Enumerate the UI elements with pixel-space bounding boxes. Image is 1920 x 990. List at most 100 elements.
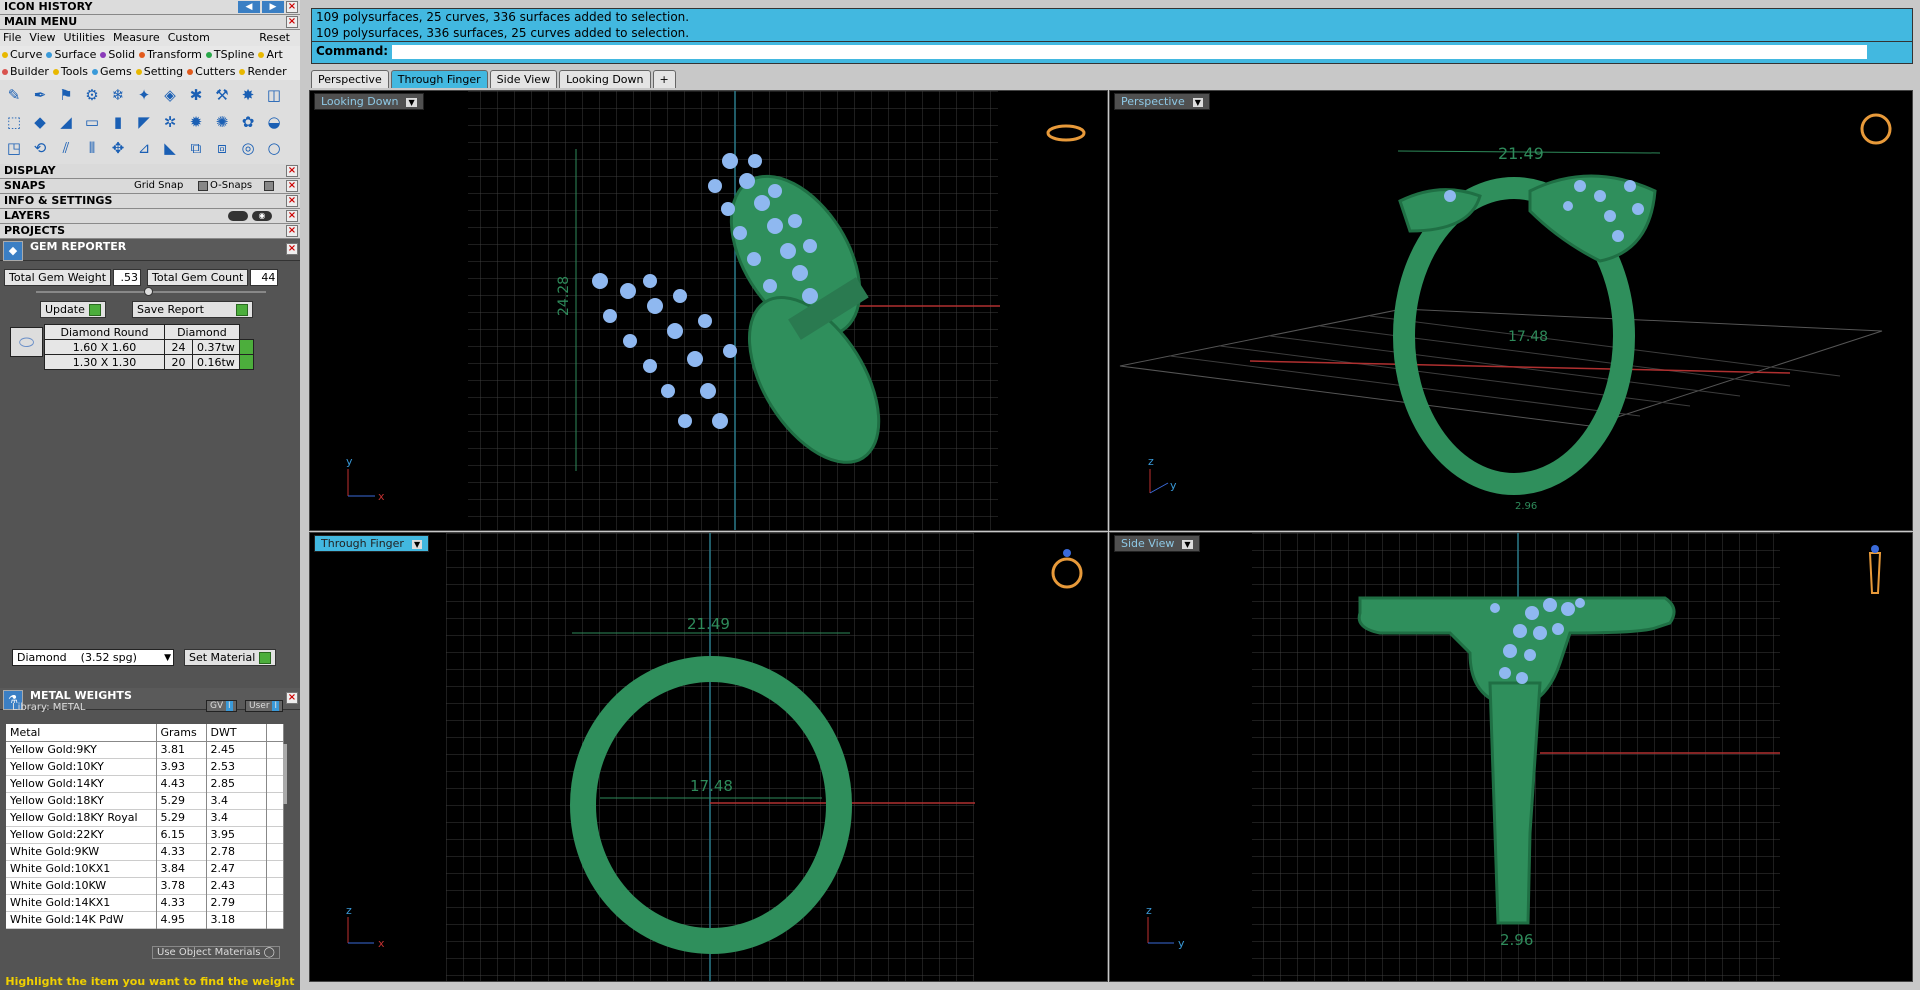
menu-file[interactable]: File	[3, 30, 21, 46]
forward-arrow-icon[interactable]: ▶	[262, 1, 284, 13]
play-icon[interactable]	[238, 354, 254, 370]
update-button[interactable]: Update	[40, 301, 106, 318]
tab-through-finger[interactable]: Through Finger	[390, 70, 488, 88]
menu-custom[interactable]: Custom	[168, 30, 210, 46]
material-select[interactable]: Diamond (3.52 spg) ▼	[12, 649, 174, 666]
round-diamond-icon[interactable]: ⬭	[10, 327, 43, 357]
icon-history-header[interactable]: ICON HISTORY ◀ ▶ ×	[0, 0, 300, 15]
display-section[interactable]: DISPLAY ×	[0, 164, 300, 179]
tool-icon[interactable]: ⟲	[28, 136, 52, 160]
close-icon[interactable]: ×	[286, 180, 298, 192]
viewport-through-finger[interactable]: Through Finger ▼ 21.49 17.48 z x	[309, 532, 1108, 982]
tab-cutters[interactable]: Cutters	[187, 65, 235, 78]
play-icon[interactable]	[238, 339, 254, 355]
tab-transform[interactable]: Transform	[139, 48, 202, 61]
tab-solid[interactable]: Solid	[100, 48, 135, 61]
viewport-label[interactable]: Looking Down ▼	[314, 93, 424, 110]
table-row[interactable]: White Gold:10KX1 3.84 2.47	[6, 860, 284, 877]
tab-looking-down[interactable]: Looking Down	[559, 70, 651, 88]
tab-gems[interactable]: Gems	[92, 65, 132, 78]
table-row[interactable]: Yellow Gold:18KY Royal 5.29 3.4	[6, 809, 284, 826]
tool-icon[interactable]: ⧈	[210, 136, 234, 160]
close-icon[interactable]: ×	[286, 692, 298, 704]
tool-icon[interactable]: ◢	[54, 110, 78, 134]
ring-orientation-icon[interactable]	[1860, 113, 1892, 145]
table-row[interactable]: White Gold:9KW 4.33 2.78	[6, 843, 284, 860]
tool-icon[interactable]: ◈	[158, 83, 182, 107]
table-row[interactable]: Yellow Gold:9KY 3.81 2.45	[6, 741, 284, 758]
tab-builder[interactable]: Builder	[2, 65, 49, 78]
main-menu-header[interactable]: MAIN MENU ×	[0, 15, 300, 30]
tool-icon[interactable]: ✿	[236, 110, 260, 134]
tool-icon[interactable]: ⧉	[184, 136, 208, 160]
tool-icon[interactable]: ▭	[80, 110, 104, 134]
eye-closed-icon[interactable]	[228, 211, 248, 221]
eye-icon[interactable]: ◉	[252, 211, 272, 221]
close-icon[interactable]: ×	[286, 16, 298, 28]
tab-curve[interactable]: Curve	[2, 48, 42, 61]
viewport-label[interactable]: Side View ▼	[1114, 535, 1200, 552]
tool-icon[interactable]: ⚙	[80, 83, 104, 107]
tool-icon[interactable]: ✹	[184, 110, 208, 134]
osnaps-toggle[interactable]: O-Snaps	[210, 179, 252, 193]
table-row[interactable]: Yellow Gold:10KY 3.93 2.53	[6, 758, 284, 775]
tool-icon[interactable]: ⚑	[54, 83, 78, 107]
tool-icon[interactable]: ◆	[28, 110, 52, 134]
tool-icon[interactable]: ✒	[28, 83, 52, 107]
tab-perspective[interactable]: Perspective	[311, 70, 389, 88]
projects-section[interactable]: PROJECTS ×	[0, 224, 300, 239]
tool-icon[interactable]: ◣	[158, 136, 182, 160]
tool-icon[interactable]: ▮	[106, 110, 130, 134]
tool-icon[interactable]: ✦	[132, 83, 156, 107]
grid-snap-checkbox[interactable]	[198, 181, 208, 191]
tab-tspline[interactable]: TSpline	[205, 48, 254, 61]
tab-surface[interactable]: Surface	[46, 48, 96, 61]
tool-icon[interactable]: ◤	[132, 110, 156, 134]
tool-icon[interactable]: ✸	[236, 83, 260, 107]
table-row[interactable]: White Gold:14K PdW 4.95 3.18	[6, 911, 284, 928]
menu-reset[interactable]: Reset	[259, 30, 290, 46]
tool-icon[interactable]: ⚒	[210, 83, 234, 107]
tool-icon[interactable]: ✱	[184, 83, 208, 107]
tool-icon[interactable]: ◎	[236, 136, 260, 160]
set-material-button[interactable]: Set Material	[184, 649, 277, 666]
tool-icon[interactable]: ✲	[158, 110, 182, 134]
close-icon[interactable]: ×	[286, 1, 298, 13]
tool-icon[interactable]: ❄	[106, 83, 130, 107]
osnaps-checkbox[interactable]	[264, 181, 274, 191]
viewport-side-view[interactable]: Side View ▼ 2.96 z y	[1109, 532, 1913, 982]
ring-orientation-icon[interactable]	[1868, 552, 1882, 594]
layers-section[interactable]: LAYERS ◉ ×	[0, 209, 300, 224]
tab-tools[interactable]: Tools	[52, 65, 88, 78]
gem-slider-handle[interactable]	[144, 287, 153, 296]
add-tab-button[interactable]: +	[652, 70, 676, 88]
tool-icon[interactable]: ◫	[262, 83, 286, 107]
tool-icon[interactable]: ◳	[2, 136, 26, 160]
tool-icon[interactable]: ⫴	[80, 136, 104, 160]
table-row[interactable]: Yellow Gold:18KY 5.29 3.4	[6, 792, 284, 809]
close-icon[interactable]: ×	[286, 225, 298, 237]
tab-setting[interactable]: Setting	[135, 65, 183, 78]
gem-table-row[interactable]: 1.60 X 1.60 24 0.37tw	[44, 339, 254, 355]
tool-icon[interactable]: ⊿	[132, 136, 156, 160]
snaps-section[interactable]: SNAPS Grid Snap O-Snaps ×	[0, 179, 300, 194]
tab-art[interactable]: Art	[258, 48, 283, 61]
tool-icon[interactable]: ⫽	[54, 136, 78, 160]
viewport-label[interactable]: Perspective ▼	[1114, 93, 1210, 110]
tool-icon[interactable]: ✎	[2, 83, 26, 107]
tool-icon[interactable]: ○	[262, 136, 286, 160]
table-row[interactable]: Yellow Gold:14KY 4.43 2.85	[6, 775, 284, 792]
viewport-label[interactable]: Through Finger ▼	[314, 535, 430, 552]
ring-orientation-icon[interactable]	[1051, 557, 1083, 589]
tool-icon[interactable]: ⬚	[2, 110, 26, 134]
user-toggle[interactable]: User I	[245, 700, 284, 712]
menu-utilities[interactable]: Utilities	[64, 30, 105, 46]
grid-snap-toggle[interactable]: Grid Snap	[134, 179, 183, 193]
table-row[interactable]: White Gold:14KX1 4.33 2.79	[6, 894, 284, 911]
info-settings-section[interactable]: INFO & SETTINGS ×	[0, 194, 300, 209]
viewport-perspective[interactable]: Perspective ▼ 21.49 17.48 2.96 z y	[1109, 90, 1913, 531]
command-input[interactable]	[392, 44, 1868, 59]
tool-icon[interactable]: ◒	[262, 110, 286, 134]
menu-view[interactable]: View	[29, 30, 55, 46]
gem-table-row[interactable]: 1.30 X 1.30 20 0.16tw	[44, 354, 254, 370]
